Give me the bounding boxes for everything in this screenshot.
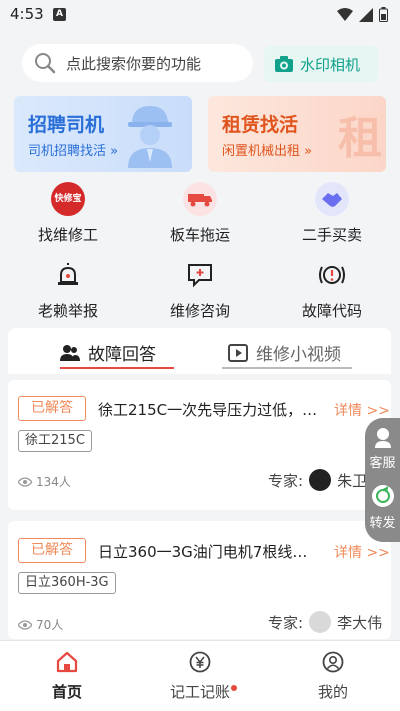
customer-service-button[interactable]: 客服 bbox=[365, 426, 400, 471]
eye-icon bbox=[18, 476, 32, 487]
worker-icon bbox=[128, 106, 172, 168]
tab-label: 故障回答 bbox=[88, 345, 156, 365]
tab-label: 维修小视频 bbox=[256, 345, 341, 365]
expert-label: 专家: bbox=[268, 471, 304, 490]
status-icons bbox=[337, 7, 388, 22]
notification-icon: A bbox=[53, 8, 66, 21]
nav-home[interactable]: 首页 bbox=[17, 651, 117, 702]
search-placeholder: 点此搜索你要的功能 bbox=[66, 54, 202, 73]
watermark-camera-button[interactable]: 水印相机 bbox=[264, 46, 378, 82]
tab-fault-answers[interactable]: 故障回答 bbox=[60, 340, 156, 365]
feature-find-repairer[interactable]: 快修宝 找维修工 bbox=[8, 182, 128, 245]
feature-label: 老赖举报 bbox=[37, 302, 98, 320]
feature-label: 维修咨询 bbox=[169, 302, 230, 320]
view-count: 70人 bbox=[18, 616, 63, 633]
feature-fault-code[interactable]: 故障代码 bbox=[272, 258, 392, 321]
feature-trailer-transport[interactable]: 板车拖运 bbox=[140, 182, 260, 245]
status-time: 4:53 bbox=[10, 5, 44, 23]
feature-label: 二手买卖 bbox=[301, 226, 362, 244]
rental-banner[interactable]: 租赁找活 闲置机械出租 » 租 bbox=[208, 96, 386, 172]
tab-inactive-underline bbox=[222, 367, 352, 369]
notification-dot bbox=[231, 685, 237, 691]
answered-badge: 已解答 bbox=[18, 538, 86, 563]
users-icon bbox=[60, 344, 80, 361]
video-icon bbox=[228, 343, 248, 362]
view-count: 134人 bbox=[18, 473, 71, 490]
details-link[interactable]: 详情 >> bbox=[334, 400, 390, 420]
view-count-text: 70人 bbox=[36, 618, 64, 632]
share-icon bbox=[371, 485, 394, 507]
content-tabs: 故障回答 维修小视频 bbox=[8, 328, 391, 374]
handshake-icon bbox=[315, 182, 349, 216]
avatar bbox=[309, 469, 332, 491]
truck-icon bbox=[183, 182, 217, 216]
question-card[interactable]: 已解答 徐工215C一次先导压力过低，… 详情 >> 徐工215C 134人 专… bbox=[8, 380, 391, 510]
banner-subtitle: 司机招聘找活 » bbox=[28, 144, 119, 159]
share-label: 转发 bbox=[369, 516, 396, 531]
nav-work-ledger[interactable]: 记工记账 bbox=[150, 651, 250, 702]
driver-recruit-banner[interactable]: 招聘司机 司机招聘找活 » bbox=[14, 96, 192, 172]
search-icon bbox=[35, 53, 56, 74]
camera-icon bbox=[275, 56, 293, 72]
consult-icon bbox=[183, 258, 217, 292]
tab-repair-videos[interactable]: 维修小视频 bbox=[228, 340, 341, 365]
feature-deadbeat-report[interactable]: 老赖举报 bbox=[8, 258, 128, 321]
banner-title: 招聘司机 bbox=[28, 114, 105, 136]
details-link[interactable]: 详情 >> bbox=[334, 542, 390, 562]
kuaixiubao-badge: 快修宝 bbox=[51, 182, 85, 216]
eye-icon bbox=[18, 619, 32, 630]
alarm-icon bbox=[51, 258, 85, 292]
nav-label: 首页 bbox=[51, 683, 82, 701]
user-icon bbox=[322, 651, 344, 673]
bottom-nav: 首页 记工记账 我的 bbox=[0, 640, 400, 711]
floating-actions: 客服 转发 bbox=[365, 418, 400, 542]
feature-label: 板车拖运 bbox=[169, 226, 230, 244]
model-tag: 日立360H-3G bbox=[18, 572, 116, 594]
home-icon bbox=[56, 651, 78, 673]
expert-name: 李大伟 bbox=[337, 613, 383, 632]
watermark-camera-label: 水印相机 bbox=[300, 55, 361, 74]
feature-repair-consult[interactable]: 维修咨询 bbox=[140, 258, 260, 321]
nav-profile[interactable]: 我的 bbox=[283, 651, 383, 702]
battery-icon bbox=[379, 7, 388, 22]
kuaixiubao-icon: 快修宝 bbox=[51, 182, 85, 216]
nav-label: 我的 bbox=[317, 683, 348, 701]
feature-label: 找维修工 bbox=[37, 226, 98, 244]
yuan-icon bbox=[189, 651, 211, 673]
feature-label: 故障代码 bbox=[301, 302, 362, 320]
question-title: 徐工215C一次先导压力过低，… bbox=[98, 401, 318, 419]
answered-badge: 已解答 bbox=[18, 396, 86, 421]
banner-title: 租赁找活 bbox=[222, 114, 299, 136]
feature-second-hand[interactable]: 二手买卖 bbox=[272, 182, 392, 245]
search-input[interactable]: 点此搜索你要的功能 bbox=[22, 44, 253, 82]
question-title: 日立360一3G油门电机7根线… bbox=[98, 543, 308, 561]
headset-icon bbox=[374, 428, 391, 448]
share-button[interactable]: 转发 bbox=[365, 484, 400, 531]
wifi-icon bbox=[337, 7, 353, 21]
rent-char-icon: 租 bbox=[338, 113, 382, 164]
question-card[interactable]: 已解答 日立360一3G油门电机7根线… 详情 >> 日立360H-3G 70人… bbox=[8, 521, 391, 639]
customer-service-label: 客服 bbox=[369, 456, 396, 471]
signal-icon bbox=[359, 7, 373, 22]
status-bar: 4:53 A bbox=[0, 0, 400, 30]
tab-active-indicator bbox=[60, 367, 174, 369]
avatar bbox=[309, 611, 332, 633]
view-count-text: 134人 bbox=[36, 475, 71, 489]
nav-label: 记工记账 bbox=[169, 683, 230, 701]
expert-info: 专家: 李大伟 bbox=[268, 611, 382, 633]
model-tag: 徐工215C bbox=[18, 430, 92, 452]
banner-subtitle: 闲置机械出租 » bbox=[222, 144, 313, 159]
warning-code-icon bbox=[315, 258, 349, 292]
expert-label: 专家: bbox=[268, 613, 304, 632]
